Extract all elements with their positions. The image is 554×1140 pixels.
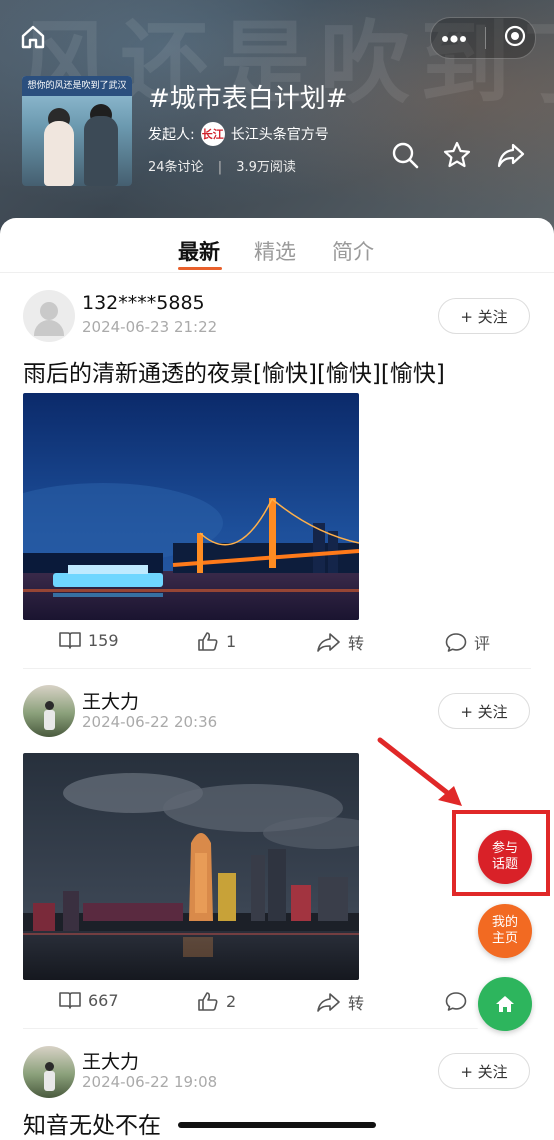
comment-button[interactable]: 评 [444, 630, 490, 654]
sponsor-name[interactable]: 长江头条官方号 [231, 124, 329, 144]
like-button[interactable]: 2 [196, 990, 236, 1012]
house-icon [496, 996, 514, 1012]
forward-label: 转 [348, 634, 365, 653]
follow-button[interactable]: + 关注 [438, 298, 530, 334]
like-button[interactable]: 1 [196, 630, 236, 652]
comment-label: 评 [474, 634, 491, 653]
post-time: 2024-06-22 20:36 [82, 713, 218, 731]
red-arrow-annotation [377, 737, 462, 806]
tab-featured[interactable]: 精选 [254, 236, 296, 266]
follow-button[interactable]: + 关注 [438, 693, 530, 729]
post-divider [23, 1028, 531, 1029]
active-tab-indicator [178, 267, 222, 270]
tab-bar: 最新 精选 简介 [0, 218, 554, 273]
avatar[interactable] [23, 685, 75, 737]
read-count-value: 159 [88, 630, 119, 650]
post-image-skyline-night[interactable] [23, 753, 359, 980]
more-icon[interactable] [439, 29, 469, 48]
thumbs-up-icon [198, 632, 218, 651]
forward-button[interactable]: 转 [316, 630, 364, 654]
search-icon[interactable] [390, 140, 420, 170]
stats-separator: | [217, 160, 223, 175]
tab-latest[interactable]: 最新 [178, 236, 220, 266]
topic-header: 风还是吹到了 想你的风还是吹到了武汉 #城市表白计划# 发起人: 长江 长江头条… [0, 0, 554, 240]
like-count: 2 [226, 991, 237, 1011]
my-homepage-button[interactable]: 我的 主页 [478, 904, 532, 958]
post-username[interactable]: 132****5885 [82, 292, 205, 314]
discussion-count: 24条讨论 [148, 160, 204, 175]
sponsor-row: 发起人: 长江 长江头条官方号 [148, 122, 329, 146]
sponsor-label: 发起人: [148, 127, 195, 143]
post-read-count: 667 [58, 990, 119, 1010]
cover-banner-text: 想你的风还是吹到了武汉 [22, 76, 132, 96]
star-icon[interactable] [442, 140, 472, 170]
forward-icon [317, 633, 340, 652]
capsule-divider [485, 27, 487, 49]
topic-cover-image: 想你的风还是吹到了武汉 [22, 76, 132, 186]
system-home-indicator [178, 1122, 376, 1128]
post-time: 2024-06-23 21:22 [82, 318, 218, 336]
comment-button[interactable] [444, 990, 474, 1012]
post-read-count: 159 [58, 630, 119, 650]
post-username[interactable]: 王大力 [82, 687, 139, 714]
cover-figure [44, 121, 74, 186]
topic-stats: 24条讨论 | 3.9万阅读 [148, 156, 296, 175]
target-icon[interactable] [503, 24, 527, 52]
read-count: 3.9万阅读 [236, 160, 296, 175]
miniapp-capsule [430, 17, 536, 59]
forward-label: 转 [348, 994, 365, 1013]
like-count: 1 [226, 631, 237, 651]
post-divider [23, 668, 531, 669]
book-icon [59, 632, 81, 649]
avatar[interactable] [23, 1046, 75, 1098]
house-icon[interactable] [18, 22, 48, 52]
thumbs-up-icon [198, 992, 218, 1011]
post-image-bridge-night[interactable] [23, 393, 359, 620]
forward-button[interactable]: 转 [316, 990, 364, 1014]
share-icon[interactable] [496, 140, 526, 170]
read-count-value: 667 [88, 990, 119, 1010]
post-username[interactable]: 王大力 [82, 1047, 139, 1074]
follow-button[interactable]: + 关注 [438, 1053, 530, 1089]
sponsor-logo: 长江 [200, 122, 225, 146]
comment-icon [445, 992, 467, 1011]
comment-icon [445, 633, 467, 652]
home-button[interactable] [478, 977, 532, 1031]
avatar[interactable] [23, 290, 75, 342]
book-icon [59, 992, 81, 1009]
post-time: 2024-06-22 19:08 [82, 1073, 218, 1091]
topic-title: #城市表白计划# [148, 84, 348, 114]
cover-figure [84, 116, 118, 186]
tab-intro[interactable]: 简介 [332, 236, 374, 266]
post-text: 雨后的清新通透的夜景[愉快][愉快][愉快] [23, 361, 445, 387]
highlight-box-annotation [452, 810, 550, 896]
forward-icon [317, 993, 340, 1012]
